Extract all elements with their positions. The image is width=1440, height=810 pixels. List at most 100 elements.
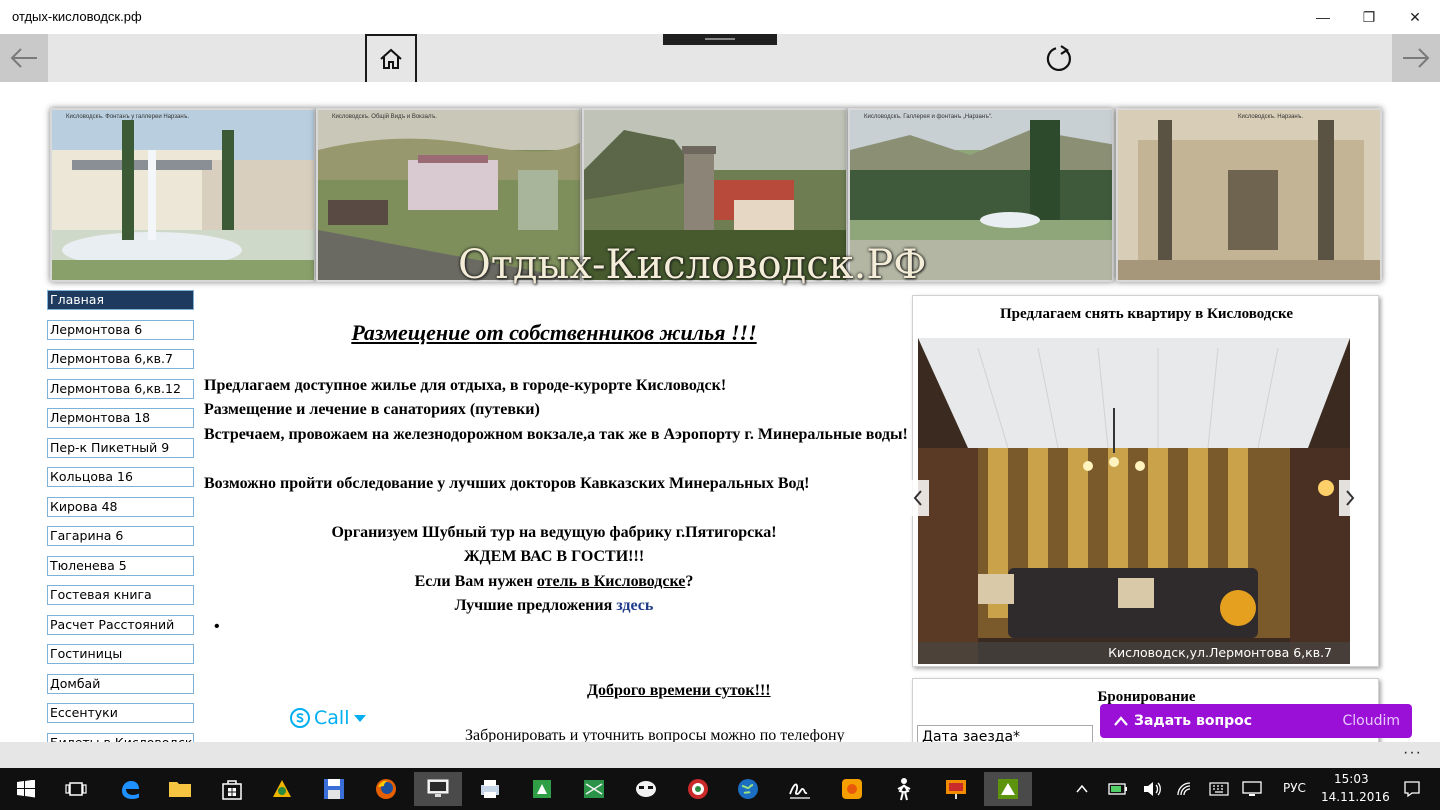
monitor-icon[interactable] (414, 772, 462, 806)
battery-icon[interactable] (1104, 772, 1132, 806)
window-titlebar: отдых-кисловодск.рф — ❐ ✕ (0, 0, 1440, 34)
map-icon[interactable] (570, 772, 618, 806)
web-page: Кисловодскъ. Фонтанъ у галлереи Нарзанъ.… (0, 82, 1440, 742)
task-view-icon[interactable] (52, 772, 100, 806)
skype-call-label: Call (314, 707, 350, 729)
apartment-slideshow[interactable]: Кисловодск,ул.Лермонтова 6,кв.7 (918, 338, 1350, 664)
menu-item-tyuleneva-5[interactable]: Тюленева 5 (47, 555, 194, 576)
intro-text-2: Размещение и лечение в санаториях (путев… (204, 401, 540, 418)
firefox-icon[interactable] (362, 772, 410, 806)
ask-question-label: Задать вопрос (1134, 713, 1253, 729)
booking-phone-text: Забронировать и уточнить вопросы можно п… (465, 727, 845, 742)
clock-date[interactable]: 14.11.2016 (1321, 790, 1390, 804)
menu-item-lermontova-6[interactable]: Лермонтова 6 (47, 319, 194, 340)
browser-app-bar: ··· (0, 742, 1440, 768)
home-icon (380, 48, 402, 69)
hotel-line-pre: Если Вам нужен (414, 573, 537, 590)
windows-taskbar: РУС 15:03 14.11.2016 (0, 768, 1440, 810)
restore-button[interactable]: ❐ (1346, 0, 1392, 34)
left-menu: Главная Лермонтова 6 Лермонтова 6,кв.7 Л… (47, 290, 194, 742)
back-button[interactable] (0, 34, 48, 82)
apartment-widget-title: Предлагаем снять квартиру в Кисловодске (1000, 306, 1293, 322)
cloudim-brand: Cloudim (1342, 713, 1400, 729)
home-button[interactable] (365, 34, 417, 84)
save-icon[interactable] (310, 772, 358, 806)
slide-prev-button[interactable] (907, 480, 929, 516)
refresh-icon (1046, 45, 1071, 72)
forward-button[interactable] (1392, 34, 1440, 82)
windows-start-icon[interactable] (2, 772, 50, 806)
banner-photo-caption: Кисловодскъ. Общiй Видъ и Вокзалъ. (332, 114, 437, 120)
menu-item-gagarina-6[interactable]: Гагарина 6 (47, 526, 194, 546)
menu-item-guestbook[interactable]: Гостевая книга (47, 585, 194, 605)
checkin-date-field[interactable]: Дата заезда* (917, 725, 1093, 742)
store-icon[interactable] (208, 772, 256, 806)
globe-icon[interactable] (724, 772, 772, 806)
sun-icon[interactable] (828, 772, 876, 806)
printer-icon[interactable] (466, 772, 514, 806)
display-icon[interactable] (1238, 772, 1266, 806)
menu-item-piketny-9[interactable]: Пер-к Пикетный 9 (47, 437, 194, 458)
target-icon[interactable] (674, 772, 722, 806)
chevron-up-icon (1114, 716, 1128, 726)
banner-photo-fountain: Кисловодскъ. Фонтанъ у галлереи Нарзанъ. (50, 108, 316, 282)
hotel-link[interactable]: отель в Кисловодске (537, 573, 686, 590)
volume-icon[interactable] (1138, 772, 1166, 806)
slide-next-button[interactable] (1339, 480, 1361, 516)
skype-call-button[interactable]: Call (290, 707, 367, 729)
menu-item-lermontova-6-kv7[interactable]: Лермонтова 6,кв.7 (47, 349, 194, 369)
offers-line: Лучшие предложения здесь (204, 594, 904, 619)
refresh-button[interactable] (1038, 38, 1080, 80)
presentation-icon[interactable] (932, 772, 980, 806)
wifi-icon[interactable] (1172, 772, 1200, 806)
menu-item-koltsova-16[interactable]: Кольцова 16 (47, 467, 194, 487)
app-icon[interactable] (258, 772, 306, 806)
menu-item-hotels[interactable]: Гостиницы (47, 644, 194, 664)
menu-item-essentuki[interactable]: Ессентуки (47, 703, 194, 723)
intro-text-4: Возможно пройти обследование у лучших до… (204, 475, 810, 492)
more-options-button[interactable]: ··· (1403, 744, 1422, 762)
minimize-button[interactable]: — (1300, 0, 1346, 34)
clock-time[interactable]: 15:03 (1334, 772, 1369, 786)
banner-photo-narzan: Кисловодскъ. Нарзанъ. (1116, 108, 1382, 282)
arrow-left-icon (10, 48, 37, 68)
input-language[interactable]: РУС (1283, 781, 1306, 795)
menu-item-home[interactable]: Главная (47, 290, 194, 310)
greeting-text: Доброго времени суток!!! (587, 682, 771, 699)
browser-app-icon[interactable] (984, 772, 1032, 806)
site-banner: Кисловодскъ. Фонтанъ у галлереи Нарзанъ.… (46, 104, 1394, 288)
tool-icon[interactable] (518, 772, 566, 806)
menu-item-lermontova-18[interactable]: Лермонтова 18 (47, 408, 194, 428)
caret-down-icon (354, 715, 367, 722)
window-title: отдых-кисловодск.рф (12, 9, 142, 24)
keyboard-icon[interactable] (1205, 772, 1233, 806)
banner-photo-caption: Кисловодскъ. Нарзанъ. (1238, 114, 1304, 120)
menu-item-tickets[interactable]: Билеты в Кисловодск (47, 732, 194, 742)
hotel-line-post: ? (685, 573, 694, 590)
tray-chevron-up-icon[interactable] (1070, 772, 1094, 806)
person-icon[interactable] (880, 772, 928, 806)
menu-item-lermontova-6-kv12[interactable]: Лермонтова 6,кв.12 (47, 378, 194, 399)
file-explorer-icon[interactable] (156, 772, 204, 806)
arrow-right-icon (1403, 48, 1430, 68)
offers-here-link[interactable]: здесь (616, 597, 653, 614)
tabs-handle[interactable] (663, 34, 777, 45)
intro-text-1: Предлагаем доступное жилье для отдыха, в… (204, 377, 727, 394)
edge-icon[interactable] (106, 772, 154, 806)
apartment-widget: Предлагаем снять квартиру в Кисловодске (907, 295, 1379, 667)
offers-line-pre: Лучшие предложения (454, 597, 617, 614)
close-button[interactable]: ✕ (1392, 0, 1438, 34)
mask-icon[interactable] (622, 772, 670, 806)
chevron-left-icon (913, 490, 922, 506)
menu-item-dombai[interactable]: Домбай (47, 673, 194, 694)
menu-item-kirova-48[interactable]: Кирова 48 (47, 496, 194, 517)
welcome-text: ЖДЕМ ВАС В ГОСТИ!!! (463, 548, 645, 565)
hotel-line: Если Вам нужен отель в Кисловодске? (204, 570, 904, 595)
ask-question-button[interactable]: Задать вопрос Cloudim (1100, 704, 1412, 738)
page-heading: Размещение от собственников жилья !!! (351, 320, 757, 345)
notifications-icon[interactable] (1396, 772, 1428, 806)
chevron-right-icon (1346, 490, 1355, 506)
browser-toolbar (0, 34, 1440, 84)
signature-icon[interactable] (776, 772, 824, 806)
menu-item-distance-calc[interactable]: Расчет Расстояний (47, 614, 194, 635)
